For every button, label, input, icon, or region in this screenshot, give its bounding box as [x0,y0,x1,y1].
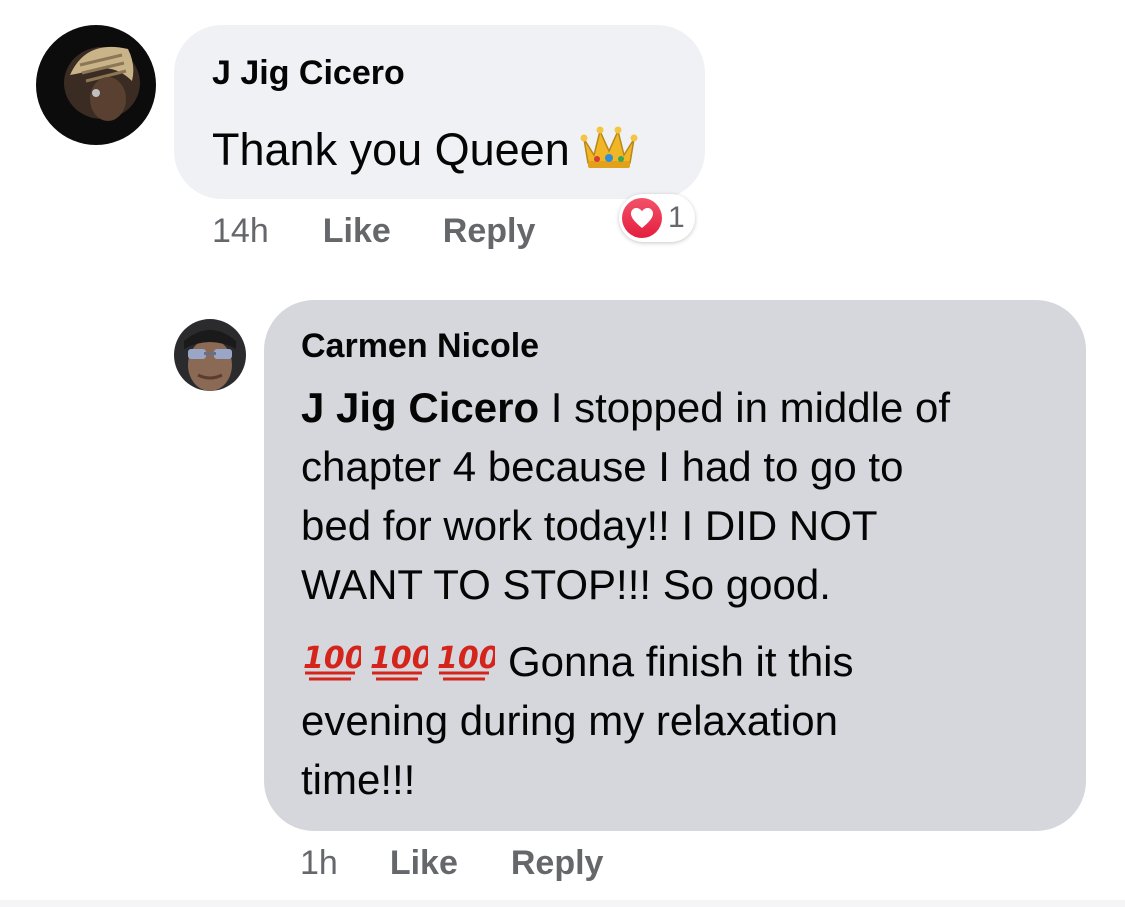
divider [0,900,1125,907]
svg-text:100: 100 [303,641,361,676]
hundred-points-icon: 100 [368,638,433,684]
reply-actions: 1h Like Reply [300,842,603,884]
reply-button[interactable]: Reply [443,212,536,251]
crown-icon [580,121,638,182]
comment-body: Thank you Queen [212,124,570,175]
reaction-summary[interactable]: 1 [619,194,695,242]
comment-text: Thank you Queen [212,121,667,182]
heart-icon [622,198,662,238]
reply-bubble: Carmen Nicole J Jig Cicero I stopped in … [264,300,1086,831]
avatar-image [174,319,246,391]
svg-text:100: 100 [370,641,428,676]
comment-bubble: J Jig Cicero Thank you Queen [174,25,705,199]
comment-thread: J Jig Cicero Thank you Queen 14h Like Re… [0,0,1125,907]
text-line: chapter 4 because I had to go to [301,443,904,490]
avatar-image [36,25,156,145]
comment-text: J Jig Cicero I stopped in middle of chap… [301,378,1049,809]
hundred-points-icon: 100 [435,638,500,684]
hundred-points-emojis: 100 100 100 [301,632,502,691]
reaction-count: 1 [668,201,685,234]
text-line: bed for work today!! I DID NOT [301,502,878,549]
comment-timestamp[interactable]: 14h [212,212,269,251]
comment-actions: 14h Like Reply [212,210,535,252]
avatar-carmen-nicole[interactable] [174,319,246,391]
text-line: WANT TO STOP!!! So good. [301,561,831,608]
hundred-points-icon: 100 [301,638,366,684]
like-button[interactable]: Like [323,212,391,251]
mention-link[interactable]: J Jig Cicero [301,384,539,431]
svg-text:100: 100 [437,641,495,676]
like-button[interactable]: Like [390,844,458,883]
text-line: 100 100 100 Gonna finish it this [301,632,1049,691]
comment-timestamp[interactable]: 1h [300,844,338,883]
text-line: J Jig Cicero I stopped in middle of [301,384,951,431]
comment-author[interactable]: Carmen Nicole [301,326,1049,366]
reply-button[interactable]: Reply [511,844,604,883]
avatar-j-jig-cicero[interactable] [36,25,156,145]
text-line: time!!! [301,756,416,803]
comment-author[interactable]: J Jig Cicero [212,53,667,93]
text-line: evening during my relaxation [301,697,838,744]
